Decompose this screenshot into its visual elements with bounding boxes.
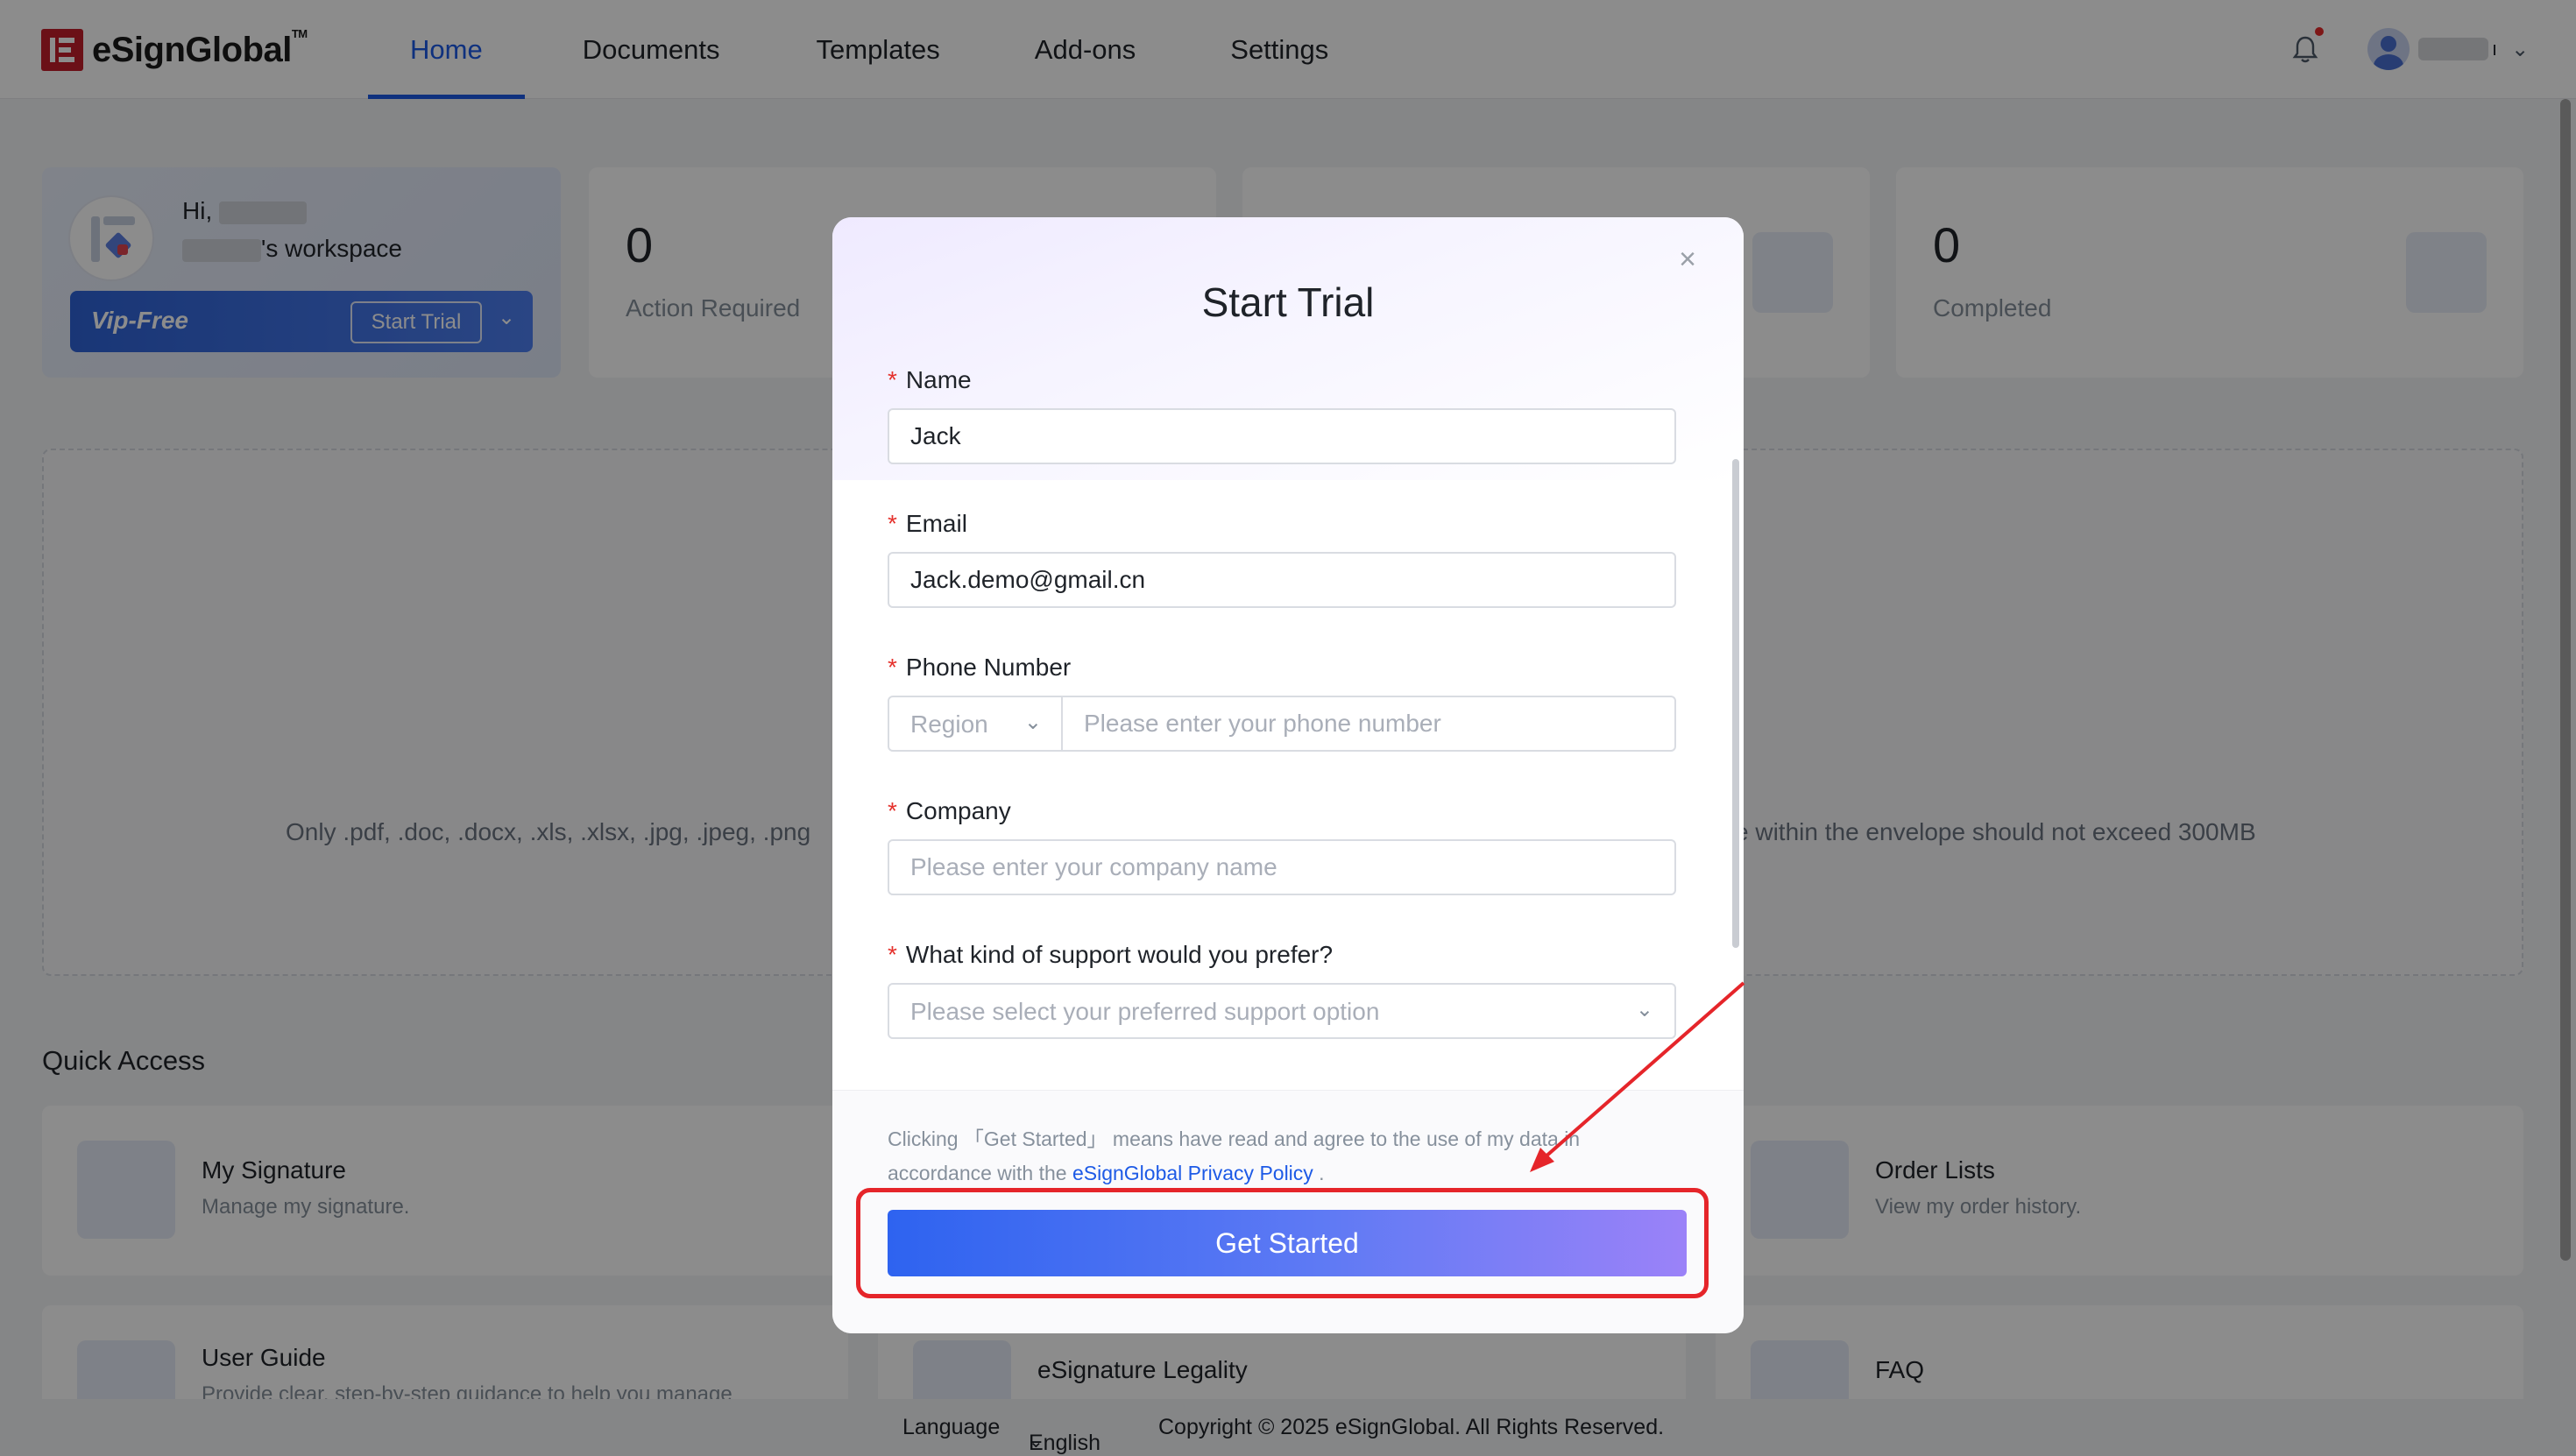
phone-label: * Phone Number — [888, 654, 1072, 681]
support-placeholder: Please select your preferred support opt… — [910, 998, 1380, 1025]
modal-title: Start Trial — [1201, 279, 1375, 325]
chevron-down-icon: ⌄ — [1635, 998, 1653, 1021]
email-label: * Email — [888, 510, 967, 537]
start-trial-modal: Start Trial × *Name *Email *Phone Number… — [832, 217, 1744, 1333]
support-option-select[interactable]: Please select your preferred support opt… — [888, 983, 1676, 1039]
phone-number-input[interactable] — [1063, 697, 1674, 750]
highlight-annotation — [856, 1188, 1709, 1298]
name-label: * Name — [888, 366, 972, 393]
region-placeholder: Region — [910, 710, 988, 738]
modal-scrollbar[interactable] — [1732, 459, 1739, 948]
page-scrollbar[interactable] — [2560, 99, 2571, 1261]
name-field[interactable] — [888, 408, 1676, 464]
chevron-down-icon: ⌄ — [1023, 710, 1042, 734]
phone-number-group: Region ⌄ — [888, 696, 1676, 752]
email-field[interactable] — [888, 552, 1676, 608]
region-select[interactable]: Region ⌄ — [889, 697, 1063, 750]
consent-text: Clicking 「Get Started」 means have read a… — [888, 1127, 1581, 1184]
company-label: * Company — [888, 797, 1011, 824]
close-icon[interactable]: × — [1672, 244, 1703, 275]
privacy-policy-link[interactable]: eSignGlobal Privacy Policy — [1072, 1162, 1313, 1184]
support-label: * What kind of support would you prefer? — [888, 941, 1334, 968]
company-field[interactable] — [888, 839, 1676, 895]
